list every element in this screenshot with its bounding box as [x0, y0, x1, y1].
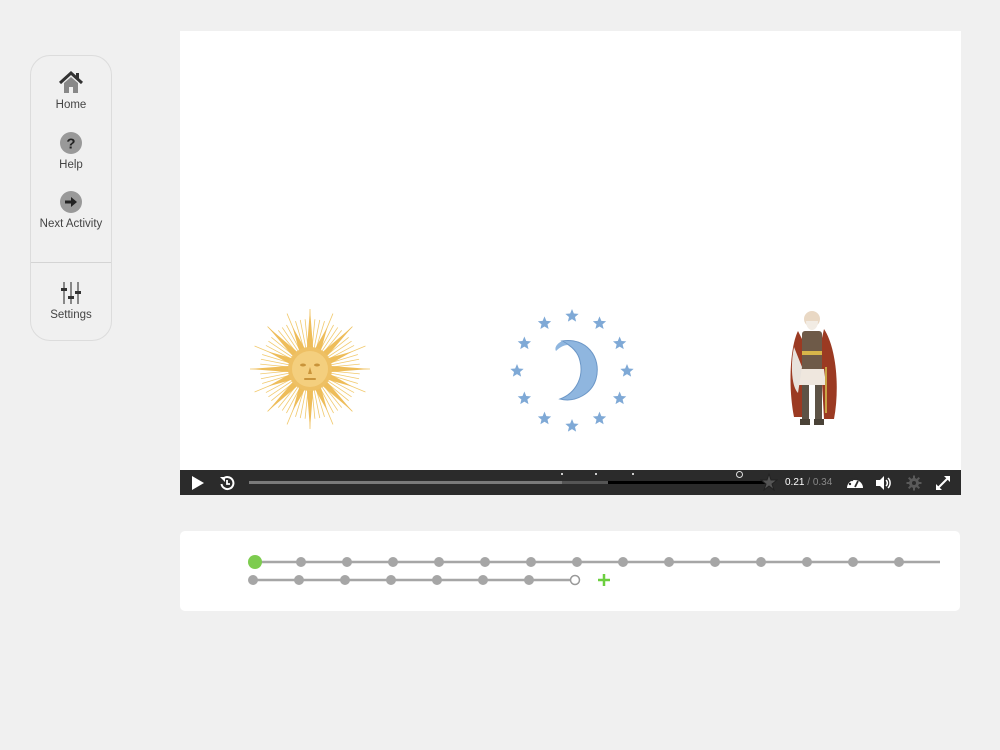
timeline-step[interactable] — [802, 557, 812, 567]
time-display: 0.21 / 0.34 — [785, 470, 832, 495]
help-icon: ? — [60, 132, 82, 154]
sidebar-item-label: Settings — [50, 309, 92, 321]
timeline-step[interactable] — [294, 575, 304, 585]
seek-played — [249, 481, 562, 484]
timeline-step-active[interactable] — [248, 555, 262, 569]
timeline-step[interactable] — [848, 557, 858, 567]
speedometer-icon — [847, 477, 863, 488]
timeline-step[interactable] — [894, 557, 904, 567]
play-icon — [192, 475, 204, 490]
seek-handle-star-icon[interactable] — [760, 473, 778, 491]
timeline-step[interactable] — [480, 557, 490, 567]
gear-icon — [906, 475, 922, 490]
sun-image[interactable] — [248, 307, 372, 431]
current-time: 0.21 — [785, 477, 805, 488]
timeline-step[interactable] — [342, 557, 352, 567]
replay-button[interactable] — [214, 470, 240, 495]
fullscreen-button[interactable] — [930, 470, 956, 495]
timeline-step[interactable] — [340, 575, 350, 585]
seek-marker[interactable] — [560, 473, 563, 475]
sidebar-item-home[interactable]: Home — [31, 70, 111, 111]
moon-image[interactable] — [508, 307, 636, 435]
sidebar-divider — [31, 262, 111, 263]
sidebar-item-next-activity[interactable]: Next Activity — [31, 189, 111, 230]
timeline-step[interactable] — [572, 557, 582, 567]
volume-button[interactable] — [871, 470, 897, 495]
sidebar-item-settings[interactable]: Settings — [31, 280, 111, 321]
sidebar-item-label: Next Activity — [39, 218, 103, 230]
timeline-step[interactable] — [664, 557, 674, 567]
home-icon — [58, 70, 84, 93]
playback-speed-button[interactable] — [842, 470, 868, 495]
time-separator: / — [804, 477, 813, 488]
timeline-step[interactable] — [432, 575, 442, 585]
timeline-step[interactable] — [526, 557, 536, 567]
seek-bar[interactable] — [249, 471, 778, 491]
sliders-icon — [61, 282, 81, 304]
seek-circle-marker[interactable] — [735, 471, 743, 478]
sidebar-item-label: Home — [55, 99, 87, 111]
timeline-step[interactable] — [296, 557, 306, 567]
settings-button[interactable] — [901, 470, 927, 495]
add-step-button[interactable] — [598, 574, 610, 586]
arrow-right-icon — [60, 191, 82, 213]
timeline-step-empty[interactable] — [569, 574, 581, 586]
duration: 0.34 — [812, 477, 833, 488]
sidebar-item-label: Help — [59, 159, 83, 171]
timeline-step[interactable] — [618, 557, 628, 567]
timeline-step[interactable] — [756, 557, 766, 567]
sidebar-item-help[interactable]: ? Help — [31, 130, 111, 171]
svg-text:?: ? — [66, 136, 75, 153]
seek-marker[interactable] — [632, 473, 635, 475]
timeline-track — [248, 555, 940, 586]
sidebar: Home ? Help Next Activity Settings — [30, 55, 112, 341]
timeline-step[interactable] — [388, 557, 398, 567]
timeline-step[interactable] — [710, 557, 720, 567]
fullscreen-icon — [936, 475, 950, 490]
replay-icon — [220, 475, 235, 490]
media-controls: 0.21 / 0.34 — [180, 470, 961, 495]
volume-icon — [876, 475, 891, 490]
play-button[interactable] — [185, 470, 211, 495]
timeline-step[interactable] — [478, 575, 488, 585]
seek-marker[interactable] — [595, 473, 598, 475]
timeline-step[interactable] — [434, 557, 444, 567]
timeline-step[interactable] — [386, 575, 396, 585]
timeline-step[interactable] — [524, 575, 534, 585]
activity-stage — [180, 31, 961, 470]
activity-timeline — [180, 531, 960, 611]
timeline-step[interactable] — [248, 575, 258, 585]
warrior-image[interactable] — [784, 307, 842, 433]
